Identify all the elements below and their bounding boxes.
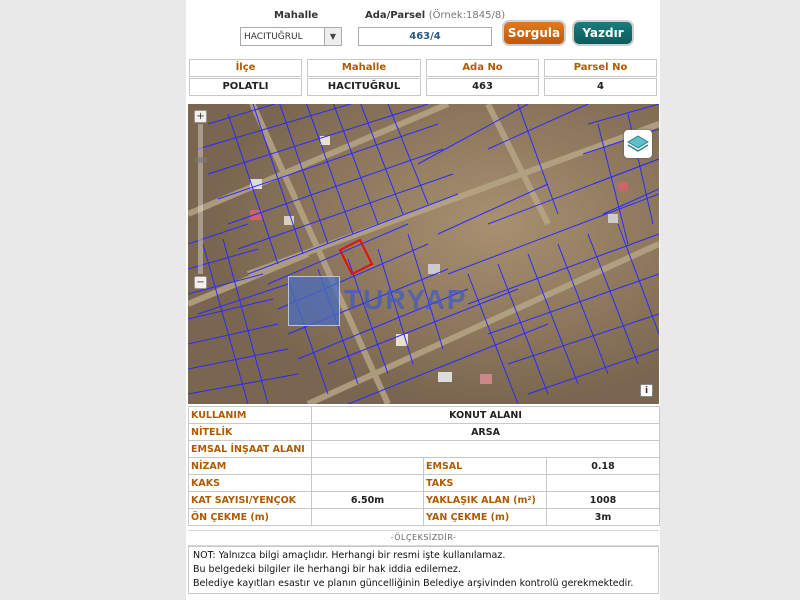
- yan-cekme-value: 3m: [546, 508, 660, 526]
- info-icon[interactable]: i: [640, 384, 653, 397]
- on-cekme-label: ÖN ÇEKME (m): [188, 508, 312, 526]
- disclaimer-note: NOT: Yalnızca bilgi amaçlıdır. Herhangi …: [188, 546, 659, 594]
- yazdir-button[interactable]: Yazdır: [574, 22, 632, 44]
- handshake-logo: [288, 276, 340, 326]
- ilce-value: POLATLI: [189, 78, 302, 96]
- parsel-no-value: 4: [544, 78, 657, 96]
- mahalle-select-value: HACITUĞRUL: [244, 32, 303, 42]
- table-row: KAKS TAKS: [188, 474, 660, 492]
- chevron-down-icon[interactable]: ▼: [324, 28, 341, 45]
- ilce-header: İlçe: [189, 59, 302, 77]
- emsal-insaat-label: EMSAL İNŞAAT ALANI: [188, 440, 312, 458]
- zoom-out-button[interactable]: −: [194, 276, 207, 289]
- zoom-control: + −: [194, 110, 208, 290]
- ada-parsel-label-text: Ada/Parsel: [365, 10, 426, 21]
- table-row: ÖN ÇEKME (m) YAN ÇEKME (m) 3m: [188, 508, 660, 526]
- kaks-label: KAKS: [188, 474, 312, 492]
- alan-label: YAKLAŞIK ALAN (m²): [423, 491, 547, 509]
- note-line-2: Bu belgedeki bilgiler ile herhangi bir h…: [193, 564, 461, 575]
- properties-table: KULLANIM KONUT ALANI NİTELİK ARSA EMSAL …: [188, 406, 660, 526]
- taks-label: TAKS: [423, 474, 547, 492]
- taks-value: [546, 474, 660, 492]
- ada-parsel-label: Ada/Parsel (Örnek:1845/8): [365, 10, 505, 21]
- kullanim-value: KONUT ALANI: [311, 406, 660, 424]
- on-cekme-value: [311, 508, 424, 526]
- sorgula-button[interactable]: Sorgula: [504, 22, 564, 44]
- nizam-label: NİZAM: [188, 457, 312, 475]
- parsel-no-header: Parsel No: [544, 59, 657, 77]
- table-row: NİZAM EMSAL 0.18: [188, 457, 660, 475]
- note-line-3: Belediye kayıtları esastır ve planın gün…: [193, 578, 634, 589]
- parcel-map[interactable]: TURYAP + − i: [188, 104, 659, 404]
- ada-parsel-input[interactable]: 463/4: [358, 27, 492, 46]
- zoom-slider-track[interactable]: [198, 124, 203, 274]
- kat-value: 6.50m: [311, 491, 424, 509]
- yan-cekme-label: YAN ÇEKME (m): [423, 508, 547, 526]
- table-row: KULLANIM KONUT ALANI: [188, 406, 660, 424]
- kaks-value: [311, 474, 424, 492]
- map-layer: [188, 104, 659, 404]
- mahalle-value: HACITUĞRUL: [307, 78, 421, 96]
- mahalle-select[interactable]: HACITUĞRUL ▼: [240, 27, 342, 46]
- layers-button[interactable]: [624, 130, 652, 158]
- alan-value: 1008: [546, 491, 660, 509]
- nitelik-value: ARSA: [311, 423, 660, 441]
- mahalle-header: Mahalle: [307, 59, 421, 77]
- nizam-value: [311, 457, 424, 475]
- table-row: KAT SAYISI/YENÇOK 6.50m YAKLAŞIK ALAN (m…: [188, 491, 660, 509]
- layers-icon: [627, 135, 649, 152]
- kat-label: KAT SAYISI/YENÇOK: [188, 491, 312, 509]
- scale-note: -ÖLÇEKSİZDİR-: [188, 530, 659, 546]
- emsal-insaat-value: [311, 440, 660, 458]
- table-row: EMSAL İNŞAAT ALANI: [188, 440, 660, 458]
- mahalle-label: Mahalle: [274, 10, 319, 21]
- ada-parsel-hint: (Örnek:1845/8): [428, 10, 506, 21]
- note-line-1: NOT: Yalnızca bilgi amaçlıdır. Herhangi …: [193, 550, 506, 561]
- table-row: NİTELİK ARSA: [188, 423, 660, 441]
- emsal-label: EMSAL: [423, 457, 547, 475]
- zoom-in-button[interactable]: +: [194, 110, 207, 123]
- ada-no-value: 463: [426, 78, 539, 96]
- zoom-slider-thumb[interactable]: [195, 157, 207, 163]
- watermark-text: TURYAP: [344, 284, 468, 315]
- emsal-value: 0.18: [546, 457, 660, 475]
- kullanim-label: KULLANIM: [188, 406, 312, 424]
- ada-no-header: Ada No: [426, 59, 539, 77]
- nitelik-label: NİTELİK: [188, 423, 312, 441]
